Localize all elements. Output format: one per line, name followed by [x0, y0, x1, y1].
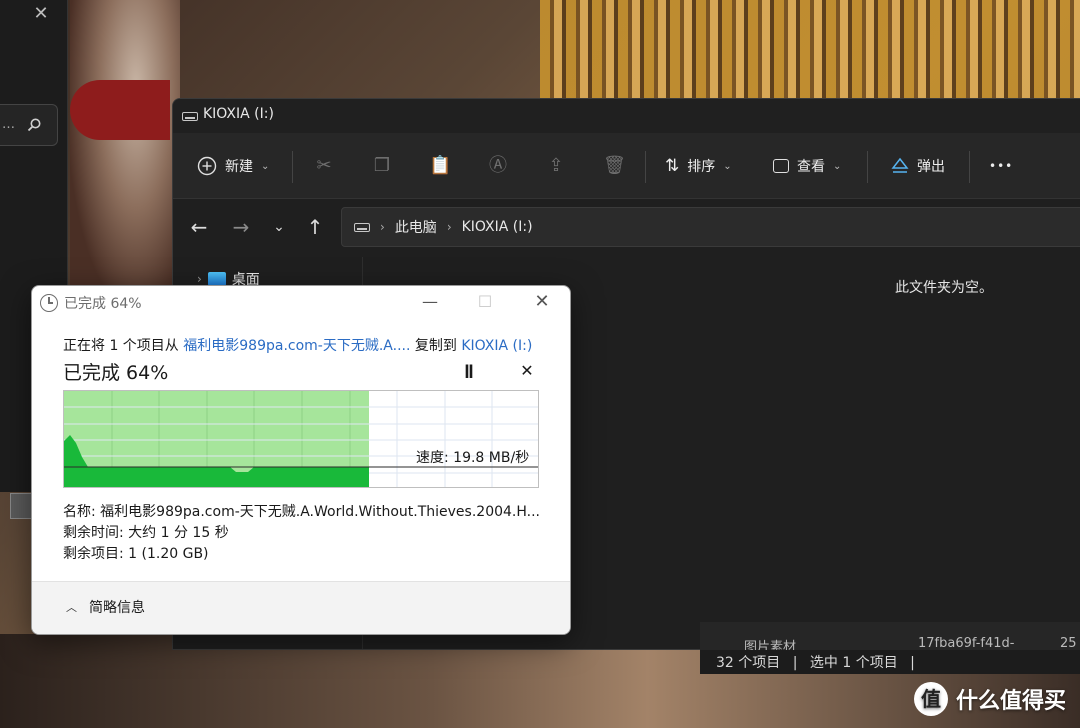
- command-bar: 新建 ⌄ ✂ ❐ 📋 Ⓐ ⇪ 🗑 ⇅ 排序 ⌄ 查看 ⌄ 弹出 •••: [173, 133, 1080, 199]
- list-view-icon[interactable]: [10, 493, 32, 519]
- breadcrumb-item[interactable]: KIOXIA (I:): [462, 219, 533, 235]
- up-arrow-icon[interactable]: ↑: [303, 215, 327, 239]
- eject-button[interactable]: 弹出: [891, 149, 945, 183]
- maximize-button[interactable]: ☐: [465, 290, 505, 314]
- close-icon[interactable]: ✕: [32, 4, 50, 24]
- brand-name: 什么值得买: [955, 689, 1066, 714]
- speed-label: 速度: 19.8 MB/秒: [416, 450, 530, 466]
- drive-icon: [182, 112, 198, 121]
- empty-folder-message: 此文件夹为空。: [895, 280, 993, 296]
- items-remaining-line: 剩余项目: 1 (1.20 GB): [63, 546, 209, 562]
- chevron-down-icon: ⌄: [261, 160, 270, 172]
- paste-icon[interactable]: 📋: [429, 155, 451, 177]
- less-details-label: 简略信息: [89, 600, 145, 616]
- item-count: 32 个项目: [716, 655, 781, 671]
- recent-locations-icon[interactable]: ⌄: [267, 215, 291, 239]
- cut-icon[interactable]: ✂: [313, 155, 335, 177]
- view-button[interactable]: 查看 ⌄: [773, 149, 841, 183]
- selection-count: 选中 1 个项目: [809, 655, 898, 671]
- sort-label: 排序: [687, 159, 716, 175]
- share-icon[interactable]: ⇪: [545, 155, 567, 177]
- new-button[interactable]: 新建 ⌄: [197, 149, 269, 183]
- file-name-line: 名称: 福利电影989pa.com-天下无贼.A.World.Without.T…: [63, 504, 541, 520]
- copy-description: 正在将 1 个项目从 福利电影989pa.com-天下无贼.A.... 复制到 …: [63, 335, 532, 355]
- ellipsis-icon: …: [2, 117, 15, 132]
- rename-icon[interactable]: Ⓐ: [487, 155, 509, 177]
- description-prefix: 正在将 1 个项目从: [63, 338, 179, 354]
- status-bar: 图片素材 17fba69f-f41d- 25 32 个项目 | 选中 1 个项目…: [700, 622, 1080, 674]
- details-section: 名称: 福利电影989pa.com-天下无贼.A.World.Without.T…: [63, 502, 541, 565]
- titlebar: KIOXIA (I:): [173, 99, 1080, 133]
- chevron-right-icon: ›: [380, 220, 385, 234]
- chevron-up-icon: ︿: [66, 601, 77, 614]
- drive-icon: [354, 222, 370, 232]
- chevron-down-icon: ⌄: [833, 160, 842, 172]
- window-title: KIOXIA (I:): [203, 106, 274, 122]
- chevron-right-icon: ›: [446, 220, 452, 234]
- more-options-button[interactable]: •••: [989, 149, 1013, 183]
- divider: [969, 151, 970, 183]
- destination-link[interactable]: KIOXIA (I:): [461, 338, 532, 354]
- sort-icon: ⇅: [665, 156, 680, 176]
- new-label: 新建: [225, 159, 253, 175]
- chevron-right-icon: ›: [197, 272, 202, 286]
- dialog-titlebar: 已完成 64%: [40, 293, 142, 313]
- navigation-bar: ← → ⌄ ↑ › 此电脑 › KIOXIA (I:): [173, 199, 1080, 255]
- status-text: 32 个项目 | 选中 1 个项目 |: [716, 655, 915, 671]
- thumbnail-label[interactable]: 17fba69f-f41d-: [918, 636, 1015, 650]
- description-mid: 复制到: [414, 338, 457, 354]
- search-box[interactable]: …: [0, 104, 58, 146]
- copy-icon[interactable]: ❐: [371, 155, 393, 177]
- eject-icon: [891, 157, 909, 173]
- wallpaper-figure: [70, 0, 180, 300]
- back-arrow-icon[interactable]: ←: [187, 215, 211, 239]
- address-bar[interactable]: › 此电脑 › KIOXIA (I:): [341, 207, 1080, 247]
- time-remaining-line: 剩余时间: 大约 1 分 15 秒: [63, 525, 229, 541]
- thumbnail-label[interactable]: 25: [1060, 636, 1077, 650]
- eject-label: 弹出: [917, 159, 945, 175]
- more-icon: •••: [989, 159, 1014, 173]
- forward-arrow-icon[interactable]: →: [229, 215, 253, 239]
- dialog-footer: ︿ 简略信息: [32, 581, 570, 634]
- divider: [645, 151, 646, 183]
- wallpaper-buildings: [540, 0, 1080, 100]
- chevron-down-icon: ⌄: [723, 160, 732, 172]
- minimize-button[interactable]: —: [410, 290, 450, 314]
- divider: [292, 151, 293, 183]
- percent-complete: 已完成 64%: [63, 362, 169, 384]
- close-button[interactable]: ✕: [522, 290, 562, 314]
- divider: [867, 151, 868, 183]
- less-details-button[interactable]: ︿ 简略信息: [66, 597, 145, 617]
- cancel-icon[interactable]: ✕: [518, 362, 536, 380]
- transfer-speed-graph: 速度: 19.8 MB/秒: [63, 390, 539, 488]
- pause-icon[interactable]: ǁ: [460, 362, 478, 380]
- thumbnail-strip: 图片素材 17fba69f-f41d- 25: [700, 622, 1080, 650]
- delete-icon[interactable]: 🗑: [603, 155, 626, 177]
- plus-circle-icon: [197, 156, 217, 176]
- dialog-title: 已完成 64%: [64, 296, 142, 312]
- copy-progress-dialog: 已完成 64% — ☐ ✕ 正在将 1 个项目从 福利电影989pa.com-天…: [31, 285, 571, 635]
- search-icon: [27, 118, 41, 132]
- brand-logo-icon: 值: [913, 682, 948, 716]
- desktop-icon: [207, 272, 226, 286]
- breadcrumb-item[interactable]: 此电脑: [395, 217, 437, 237]
- view-label: 查看: [797, 159, 825, 175]
- view-icon: [773, 159, 789, 173]
- clock-icon: [40, 294, 58, 312]
- sort-button[interactable]: ⇅ 排序 ⌄: [665, 149, 732, 183]
- source-link[interactable]: 福利电影989pa.com-天下无贼.A....: [183, 338, 410, 354]
- brand-watermark: 值 什么值得买: [913, 682, 1066, 716]
- thumbnail-label[interactable]: 图片素材: [744, 636, 796, 650]
- wallpaper-red-shape: [70, 80, 170, 140]
